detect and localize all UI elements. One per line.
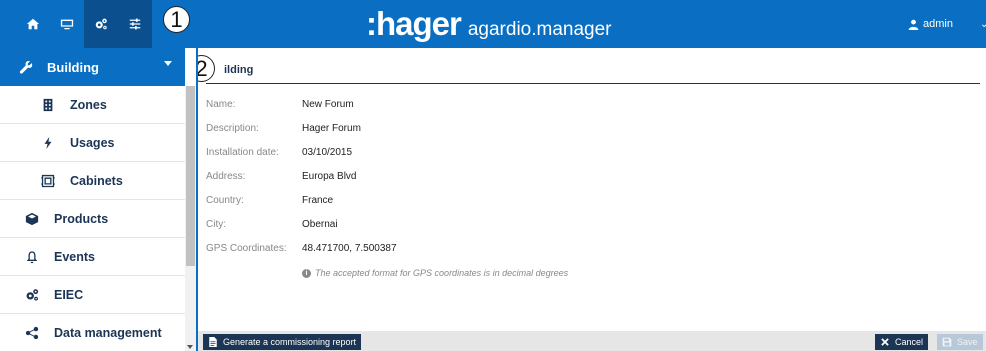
tab-building[interactable]: ilding (224, 64, 253, 76)
gps-hint-text: The accepted format for GPS coordinates … (315, 268, 569, 278)
sidebar-item-label: Cabinets (70, 173, 123, 188)
field-value-installation-date: 03/10/2015 (302, 147, 353, 158)
sidebar-item-label: Data management (54, 326, 162, 340)
sidebar-item-eiec[interactable]: EIEC (0, 276, 185, 314)
field-value-gps: 48.471700, 7.500387 (302, 243, 397, 254)
sidebar-item-zones[interactable]: Zones (0, 86, 185, 124)
sidebar-divider (196, 48, 198, 351)
gps-hint: i The accepted format for GPS coordinate… (302, 268, 568, 278)
close-icon (881, 338, 889, 346)
field-label-country: Country: (206, 195, 244, 206)
sidebar-scrollbar[interactable] (185, 86, 196, 351)
sidebar-item-label: EIEC (54, 287, 84, 302)
building-icon (40, 97, 56, 113)
sidebar-item-label: Building (47, 59, 99, 75)
chevron-down-icon[interactable]: ⌄ (980, 19, 986, 30)
field-label-city: City: (206, 219, 226, 230)
cancel-label: Cancel (895, 337, 924, 347)
scroll-down-icon[interactable] (187, 345, 193, 349)
sidebar-item-label: Events (54, 249, 95, 264)
sidebar: Building Zones Usages Cabinets Products … (0, 48, 198, 351)
field-value-country: France (302, 195, 334, 206)
share-icon (24, 325, 40, 341)
sidebar-item-events[interactable]: Events (0, 238, 185, 276)
scrollbar-thumb[interactable] (186, 86, 195, 266)
caret-down-icon[interactable] (164, 61, 172, 66)
cube-icon (24, 211, 40, 227)
field-value-description: Hager Forum (302, 123, 361, 134)
cabinet-icon (40, 173, 56, 189)
field-label-name: Name: (206, 99, 236, 110)
field-value-name: New Forum (302, 99, 354, 110)
wrench-icon (19, 61, 33, 74)
app-name: agardio.manager (467, 19, 612, 40)
sidebar-item-building[interactable]: Building (0, 48, 185, 86)
sidebar-item-label: Usages (70, 135, 115, 150)
info-icon: i (302, 268, 311, 278)
field-label-description: Description: (206, 123, 259, 134)
save-icon (942, 337, 952, 347)
generate-report-button[interactable]: Generate a commissioning report (203, 334, 362, 350)
brand: :hager agardio.manager (366, 5, 612, 43)
cancel-button[interactable]: Cancel (875, 334, 929, 350)
sidebar-item-label: Zones (70, 97, 107, 112)
generate-report-label: Generate a commissioning report (223, 337, 357, 347)
save-button[interactable]: Save (937, 334, 983, 350)
sidebar-item-products[interactable]: Products (0, 200, 185, 238)
monitor-icon[interactable] (50, 0, 84, 48)
brand-logo: :hager (366, 5, 462, 42)
sliders-icon[interactable] (118, 0, 152, 48)
user-menu[interactable]: admin (908, 0, 953, 48)
field-label-gps: GPS Coordinates: (206, 243, 287, 254)
field-label-address: Address: (206, 171, 246, 182)
callout-1: 1 (163, 6, 190, 33)
divider (206, 83, 980, 84)
save-label: Save (957, 337, 978, 347)
gears-icon (24, 287, 40, 303)
user-name: admin (923, 18, 953, 30)
gears-icon[interactable] (84, 0, 118, 48)
bolt-icon (40, 135, 56, 151)
field-value-address: Europa Blvd (302, 171, 357, 182)
field-label-installation-date: Installation date: (206, 147, 279, 158)
user-icon (908, 19, 919, 30)
top-bar: :hager agardio.manager admin ⌄ (0, 0, 986, 48)
home-icon[interactable] (16, 0, 50, 48)
sidebar-item-cabinets[interactable]: Cabinets (0, 162, 185, 200)
file-icon (209, 337, 217, 347)
field-value-city: Obernai (302, 219, 338, 230)
bell-icon (24, 249, 40, 265)
sidebar-item-usages[interactable]: Usages (0, 124, 185, 162)
sidebar-item-data-management[interactable]: Data management (0, 314, 185, 351)
sidebar-item-label: Products (54, 211, 109, 226)
